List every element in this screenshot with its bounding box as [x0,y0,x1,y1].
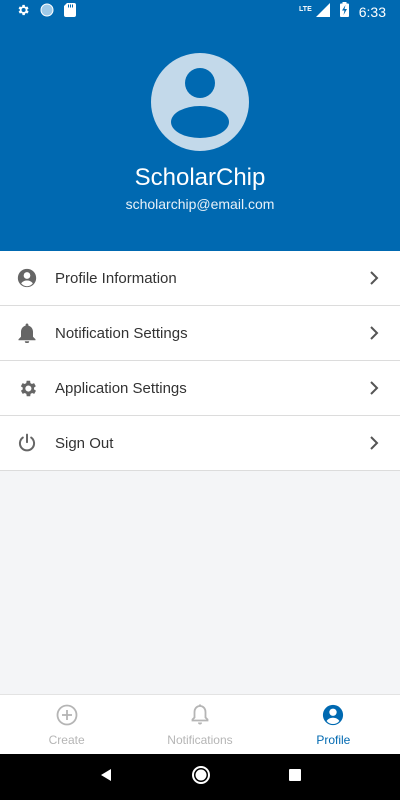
chevron-right-icon [368,271,380,285]
bell-outline-icon [190,704,210,731]
menu-item-label: Profile Information [55,269,177,287]
bell-icon [16,322,38,344]
tab-label: Notifications [167,733,233,747]
menu-item-notification-settings[interactable]: Notification Settings [0,306,400,361]
menu-item-label: Sign Out [55,434,114,452]
status-left [16,2,76,22]
menu-item-label: Application Settings [55,379,187,397]
system-nav-bar [0,754,400,800]
menu-item-sign-out[interactable]: Sign Out [0,416,400,471]
status-bar: LTE 6:33 [0,0,400,24]
sync-circle-icon [40,3,54,22]
chevron-right-icon [368,326,380,340]
chevron-right-icon [368,436,380,450]
account-avatar-icon [151,53,249,151]
gear-icon [16,377,38,399]
status-time: 6:33 [358,4,386,20]
account-circle-icon [322,704,344,731]
settings-gear-icon [16,3,30,22]
battery-charging-icon [339,2,349,22]
chevron-right-icon [368,381,380,395]
back-icon[interactable] [99,768,113,787]
profile-email: scholarchip@email.com [125,196,275,212]
account-circle-icon [16,267,38,289]
status-right: LTE 6:33 [299,2,386,22]
settings-menu: Profile Information Notification Setting… [0,251,400,471]
menu-item-profile-information[interactable]: Profile Information [0,251,400,306]
plus-circle-icon [56,704,78,731]
tab-notifications[interactable]: Notifications [133,695,266,754]
tab-label: Create [48,733,85,747]
power-icon [16,432,38,454]
profile-header: ScholarChip scholarchip@email.com [0,24,400,251]
recents-icon[interactable] [289,768,301,786]
tab-label: Profile [316,733,351,747]
tab-create[interactable]: Create [0,695,133,754]
menu-item-label: Notification Settings [55,324,188,342]
signal-icon [315,2,330,22]
network-type: LTE [299,5,312,13]
menu-item-application-settings[interactable]: Application Settings [0,361,400,416]
profile-name: ScholarChip [134,164,266,191]
tab-profile[interactable]: Profile [267,695,400,754]
home-icon[interactable] [191,765,211,790]
bottom-nav: Create Notifications Profile [0,694,400,754]
sd-card-icon [64,2,76,22]
